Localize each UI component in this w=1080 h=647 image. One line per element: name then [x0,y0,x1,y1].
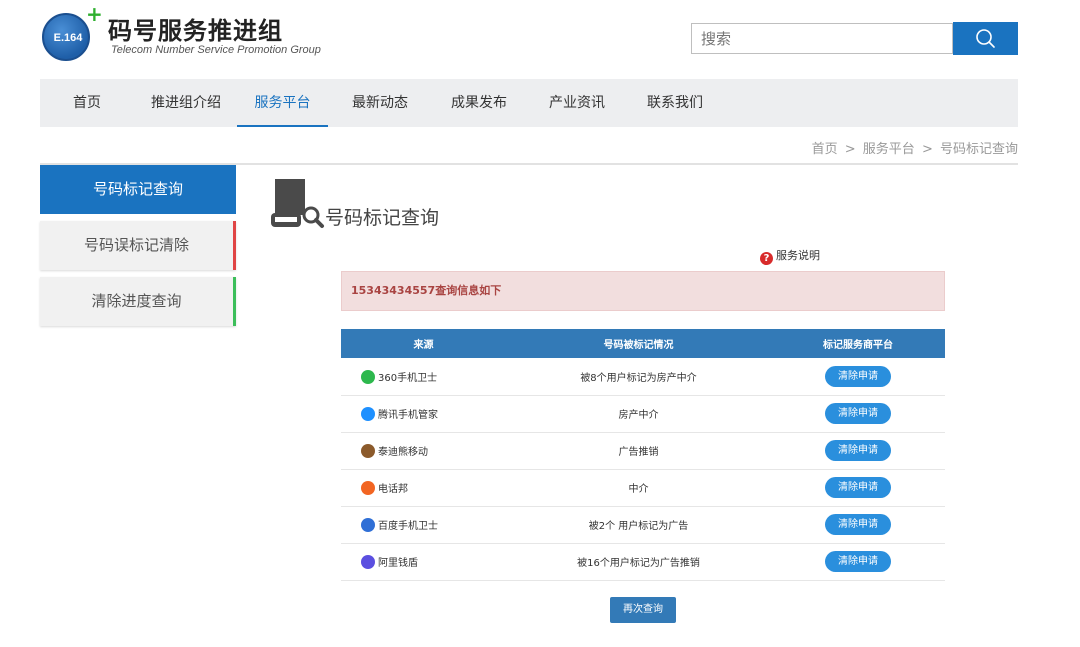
col-platform: 标记服务商平台 [771,329,945,358]
clear-request-button[interactable]: 清除申请 [825,551,891,572]
clear-request-button[interactable]: 清除申请 [825,403,891,424]
action-cell: 清除申请 [771,543,945,581]
requery-button[interactable]: 再次查询 [610,597,676,623]
logo-plus-icon: + [86,2,103,26]
nav-home[interactable]: 首页 [63,79,111,127]
search-box [691,23,953,54]
table-row: 百度手机卫士 被2个 用户标记为广告 清除申请 [341,506,945,544]
nav-about[interactable]: 推进组介绍 [144,79,228,127]
logo[interactable]: E.164 [42,13,90,61]
search-input[interactable] [692,24,952,53]
action-cell: 清除申请 [771,395,945,433]
nav-news[interactable]: 最新动态 [346,79,414,127]
mark-status: 被16个用户标记为广告推销 [506,543,771,581]
sidebar-item-number-mark-query[interactable]: 号码标记查询 [40,165,236,214]
sidebar-item-clear-progress[interactable]: 清除进度查询 [40,277,236,326]
mark-status: 广告推销 [506,432,771,470]
action-cell: 清除申请 [771,432,945,470]
clear-request-button[interactable]: 清除申请 [825,514,891,535]
breadcrumb-separator: > [844,142,856,157]
tencent-guard-icon [361,407,375,421]
source-cell: 泰迪熊移动 [341,432,506,470]
service-help-link[interactable]: ? 服务说明 [760,247,820,265]
col-mark-status: 号码被标记情况 [506,329,771,358]
dianhuabang-icon [361,481,375,495]
table-row: 阿里钱盾 被16个用户标记为广告推销 清除申请 [341,543,945,581]
help-icon: ? [760,252,773,265]
source-name: 360手机卫士 [378,372,438,384]
source-cell: 360手机卫士 [341,358,506,396]
ali-shield-icon [361,555,375,569]
source-cell: 腾讯手机管家 [341,395,506,433]
breadcrumb: 首页 > 服务平台 > 号码标记查询 [812,138,1018,157]
sidebar-item-mismark-clear[interactable]: 号码误标记清除 [40,221,236,270]
service-help-label: 服务说明 [776,249,820,262]
source-name: 百度手机卫士 [378,521,438,532]
mark-status: 中介 [506,469,771,507]
clear-request-button[interactable]: 清除申请 [825,440,891,461]
table-row: 腾讯手机管家 房产中介 清除申请 [341,395,945,433]
source-name: 腾讯手机管家 [378,410,438,421]
site-subtitle: Telecom Number Service Promotion Group [111,44,321,56]
clear-request-button[interactable]: 清除申请 [825,477,891,498]
mark-result-table: 来源 号码被标记情况 标记服务商平台 360手机卫士 被8个用户标记为房产中介 … [341,329,945,581]
search-button[interactable] [953,22,1018,55]
breadcrumb-current: 号码标记查询 [939,142,1018,157]
shield-360-icon [361,369,375,384]
source-cell: 阿里钱盾 [341,543,506,581]
col-source: 来源 [341,329,506,358]
table-row: 电话邦 中介 清除申请 [341,469,945,507]
page-title: 号码标记查询 [325,207,440,229]
action-cell: 清除申请 [771,469,945,507]
mark-status: 被2个 用户标记为广告 [506,506,771,544]
breadcrumb-separator: > [921,142,933,157]
nav-contact[interactable]: 联系我们 [641,79,709,127]
search-icon [976,29,995,48]
query-result-alert: 15343434557查询信息如下 [341,271,945,311]
action-cell: 清除申请 [771,358,945,396]
site-header: E.164 + 码号服务推进组 Telecom Number Service P… [0,0,1080,78]
breadcrumb-service[interactable]: 服务平台 [863,142,915,157]
source-cell: 百度手机卫士 [341,506,506,544]
clear-request-button[interactable]: 清除申请 [825,365,891,387]
document-search-icon [269,177,325,229]
site-title: 码号服务推进组 [108,17,283,45]
nav-results[interactable]: 成果发布 [445,79,513,127]
source-name: 阿里钱盾 [378,558,418,569]
table-row: 360手机卫士 被8个用户标记为房产中介 清除申请 [341,358,945,396]
breadcrumb-home[interactable]: 首页 [812,142,838,157]
mark-status: 被8个用户标记为房产中介 [506,358,771,396]
main-nav: 首页 推进组介绍 服务平台 最新动态 成果发布 产业资讯 联系我们 [40,79,1018,127]
source-cell: 电话邦 [341,469,506,507]
mark-status: 房产中介 [506,395,771,433]
teddy-bear-icon [361,444,375,458]
baidu-guard-icon [361,518,375,532]
table-row: 泰迪熊移动 广告推销 清除申请 [341,432,945,470]
action-cell: 清除申请 [771,506,945,544]
nav-service-platform[interactable]: 服务平台 [237,79,328,127]
source-name: 电话邦 [378,484,408,495]
source-name: 泰迪熊移动 [378,447,428,458]
table-header-row: 来源 号码被标记情况 标记服务商平台 [341,329,945,358]
logo-badge-text: E.164 [53,32,83,44]
nav-industry[interactable]: 产业资讯 [543,79,611,127]
